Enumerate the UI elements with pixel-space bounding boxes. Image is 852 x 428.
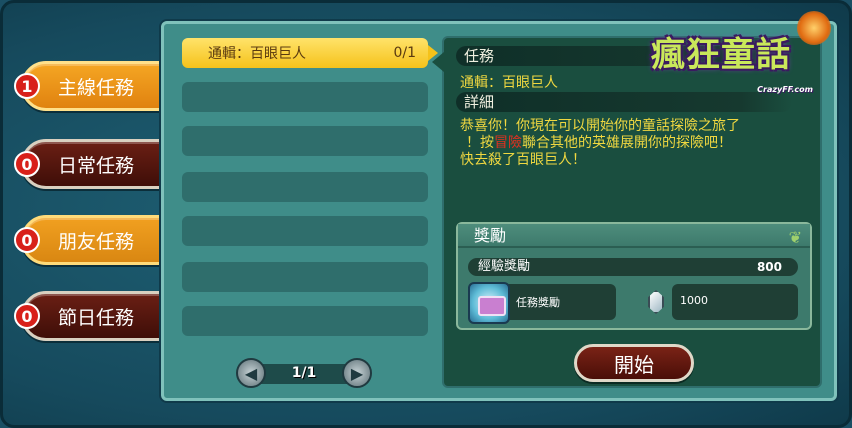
quest-description: 恭喜你！你現在可以開始你的童話探險之旅了 ！按冒險聯合其他的英雄展開你的探險吧！… bbox=[460, 118, 800, 169]
desc-text: ！按 bbox=[466, 135, 494, 151]
arrow-right-icon[interactable]: ▶ bbox=[342, 358, 372, 388]
game-logo: 瘋狂童話 CrazyFF.com bbox=[645, 9, 835, 101]
reward-title-text: 獎勵 bbox=[474, 226, 507, 245]
tab-main-quest[interactable]: 1 主線任務 bbox=[14, 61, 171, 111]
arrow-left-icon[interactable]: ◀ bbox=[236, 358, 266, 388]
pager: ◀ 1/1 ▶ bbox=[236, 358, 372, 388]
quest-list-item-empty[interactable] bbox=[182, 216, 428, 246]
quest-list-item-empty[interactable] bbox=[182, 262, 428, 292]
tab-label: 日常任務 bbox=[58, 154, 135, 177]
quest-list-item-empty[interactable] bbox=[182, 126, 428, 156]
currency-reward-value: 1000 bbox=[680, 294, 708, 307]
quest-count-badge: 0 bbox=[14, 227, 40, 253]
exp-reward-value: 800 bbox=[756, 260, 782, 274]
quest-list-item-empty[interactable] bbox=[182, 82, 428, 112]
item-reward-box: 任務獎勵 bbox=[468, 282, 616, 324]
quest-list-item-empty[interactable] bbox=[182, 172, 428, 202]
exp-reward-bar: 經驗獎勵 800 bbox=[468, 258, 798, 276]
adventure-highlight: 冒險 bbox=[494, 135, 522, 151]
tab-friend-quest[interactable]: 0 朋友任務 bbox=[14, 215, 171, 265]
item-reward-label: 任務獎勵 bbox=[516, 296, 560, 309]
tab-label: 節日任務 bbox=[58, 306, 135, 329]
tab-daily-quest[interactable]: 0 日常任務 bbox=[14, 139, 171, 189]
reward-box: 獎勵 ❦ 經驗獎勵 800 任務獎勵 1000 bbox=[456, 222, 812, 330]
quest-list-item-empty[interactable] bbox=[182, 306, 428, 336]
quest-list-item-selected[interactable]: 通輯：百眼巨人 0/1 bbox=[182, 38, 438, 68]
tab-label: 主線任務 bbox=[58, 76, 135, 99]
logo-title: 瘋狂童話 bbox=[651, 35, 791, 75]
quest-list-name: 通輯：百眼巨人 bbox=[208, 46, 306, 62]
quest-count-badge: 0 bbox=[14, 151, 40, 177]
reward-title: 獎勵 ❦ bbox=[458, 224, 810, 248]
page-indicator: 1/1 bbox=[291, 365, 317, 381]
desc-line-1: 恭喜你！你現在可以開始你的童話探險之旅了 bbox=[460, 118, 740, 134]
game-window: 1 主線任務 0 日常任務 0 朋友任務 0 節日任務 通輯：百眼巨人 0/1 … bbox=[0, 0, 852, 428]
desc-line-2: ！按冒險聯合其他的英雄展開你的探險吧！ bbox=[460, 135, 800, 152]
treasure-chest-icon[interactable] bbox=[468, 282, 510, 324]
quest-list-progress: 0/1 bbox=[393, 45, 416, 61]
tab-holiday-quest[interactable]: 0 節日任務 bbox=[14, 291, 171, 341]
start-button[interactable]: 開始 bbox=[574, 344, 694, 382]
exp-reward-label: 經驗獎勵 bbox=[478, 259, 531, 274]
desc-text: 聯合其他的英雄展開你的探險吧！ bbox=[522, 135, 732, 151]
desc-line-3: 快去殺了百眼巨人！ bbox=[460, 152, 586, 168]
vine-ornament-icon: ❦ bbox=[788, 228, 802, 247]
logo-star-icon bbox=[797, 11, 831, 45]
quest-count-badge: 0 bbox=[14, 303, 40, 329]
detail-pointer-icon bbox=[432, 52, 444, 72]
tab-label: 朋友任務 bbox=[58, 230, 135, 253]
quest-count-badge: 1 bbox=[14, 73, 40, 99]
quest-name: 通輯：百眼巨人 bbox=[460, 75, 558, 91]
currency-reward-box: 1000 bbox=[648, 284, 798, 320]
logo-subtitle: CrazyFF.com bbox=[757, 85, 813, 94]
crystal-icon bbox=[648, 290, 664, 314]
